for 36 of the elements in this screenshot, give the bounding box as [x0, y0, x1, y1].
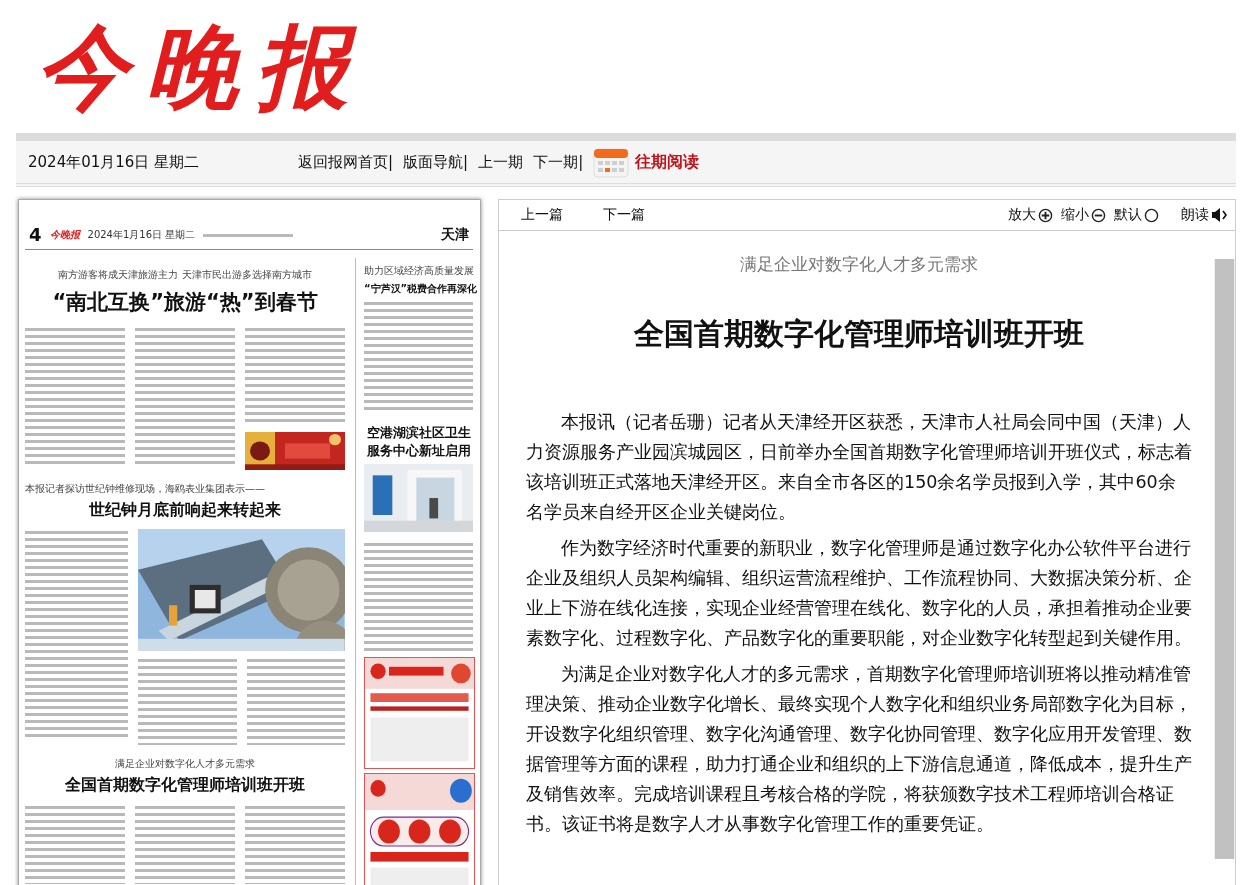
nav-link[interactable]: 返回报网首页| — [298, 152, 394, 172]
issue-date: 2024年01月16日 星期二 — [28, 152, 201, 172]
article-subtitle: 满足企业对数字化人才多元需求 — [739, 253, 979, 276]
zoom-out-icon — [1091, 207, 1106, 223]
newspaper-logo: 今晚报 — [49, 227, 80, 242]
nav-link[interactable]: 版面导航| — [403, 152, 469, 172]
nav-link[interactable]: 上一期 — [478, 152, 524, 172]
speaker-icon — [1211, 206, 1229, 224]
story-headline: 世纪钟月底前响起来转起来 — [88, 500, 282, 521]
story-headline: “南北互换”旅游“热”到春节 — [51, 289, 319, 316]
article-paragraph: 为满足企业对数字化人才的多元需求，首期数字化管理师培训班将以推动精准管理决策、推动企业数字化增长、最终实现个人数字化和组织业务局部数字化为目标，开设数字化组织管理、数字化沟通管理、数字化协同管理、数字化应用开发管理、数据管理等方面的课程，助力打通企业和组织的上下游信息通道，降低成本，提升生产及销售效率。完成培训课程且考核合格的学院，将获颁数字技术工程师培训合格证书。该证书将是数字人才从事数字化管理工作的重要凭证。 — [526, 663, 1192, 836]
next-article-link[interactable]: 下一篇 — [603, 206, 645, 224]
newspaper-logo: 今晚报 — [36, 20, 366, 113]
page-number: 4 — [29, 224, 42, 245]
read-aloud-button[interactable]: 朗读 — [1181, 206, 1229, 224]
nav-link[interactable]: 下一期| — [533, 152, 584, 172]
reset-size-button[interactable]: 默认 — [1114, 206, 1159, 224]
previous-article-link[interactable]: 上一篇 — [521, 206, 563, 224]
scrollbar[interactable] — [1214, 259, 1235, 859]
circle-icon — [1144, 207, 1159, 223]
story-kicker: 本报记者探访世纪钟维修现场，海鸥表业集团表示—— — [25, 482, 266, 496]
article-paragraph: 作为数字经济时代重要的新职业，数字化管理师是通过数字化办公软件平台进行企业及组织人员架构编辑、组织运营流程维护、工作流程协同、大数据决策分析、企业上下游在线化连接，实现企业经营管理在线化、数字化的人员，承担着推动企业要素数字化、过程数字化、产品数字化的重要职能，对企业数字化转型起到关键作用。 — [526, 537, 1192, 650]
story-headline: 全国首期数字化管理师培训班开班 — [64, 775, 306, 796]
zoom-in-icon — [1038, 207, 1053, 223]
section-name: 天津 — [441, 225, 469, 244]
story-kicker: 助力区域经济高质量发展 — [364, 264, 473, 278]
story-kicker: 满足企业对数字化人才多元需求 — [114, 757, 256, 771]
story-kicker: 南方游客将成天津旅游主力 天津市民出游多选择南方城市 — [57, 268, 313, 282]
archive-link[interactable]: 往期阅读 — [635, 151, 700, 173]
zoom-out-button[interactable]: 缩小 — [1061, 206, 1106, 224]
article-paragraph: 本报讯（记者岳珊）记者从天津经开区获悉，天津市人社局会同中国（天津）人力资源服务产业园滨城园区，日前举办全国首期数字化管理师培训开班仪式，标志着该培训班正式落地天津经开区。来自全市各区的150余名学员报到入学，其中60余名学员来自经开区企业关键岗位。 — [526, 411, 1192, 524]
story-headline: 空港湖滨社区卫生服务中心新址启用 — [365, 424, 472, 461]
page-date: 2024年1月16日 星期二 — [87, 227, 196, 242]
article-title: 全国首期数字化管理师培训班开班 — [633, 315, 1085, 353]
zoom-in-button[interactable]: 放大 — [1008, 206, 1053, 224]
calendar-icon[interactable] — [593, 146, 630, 178]
